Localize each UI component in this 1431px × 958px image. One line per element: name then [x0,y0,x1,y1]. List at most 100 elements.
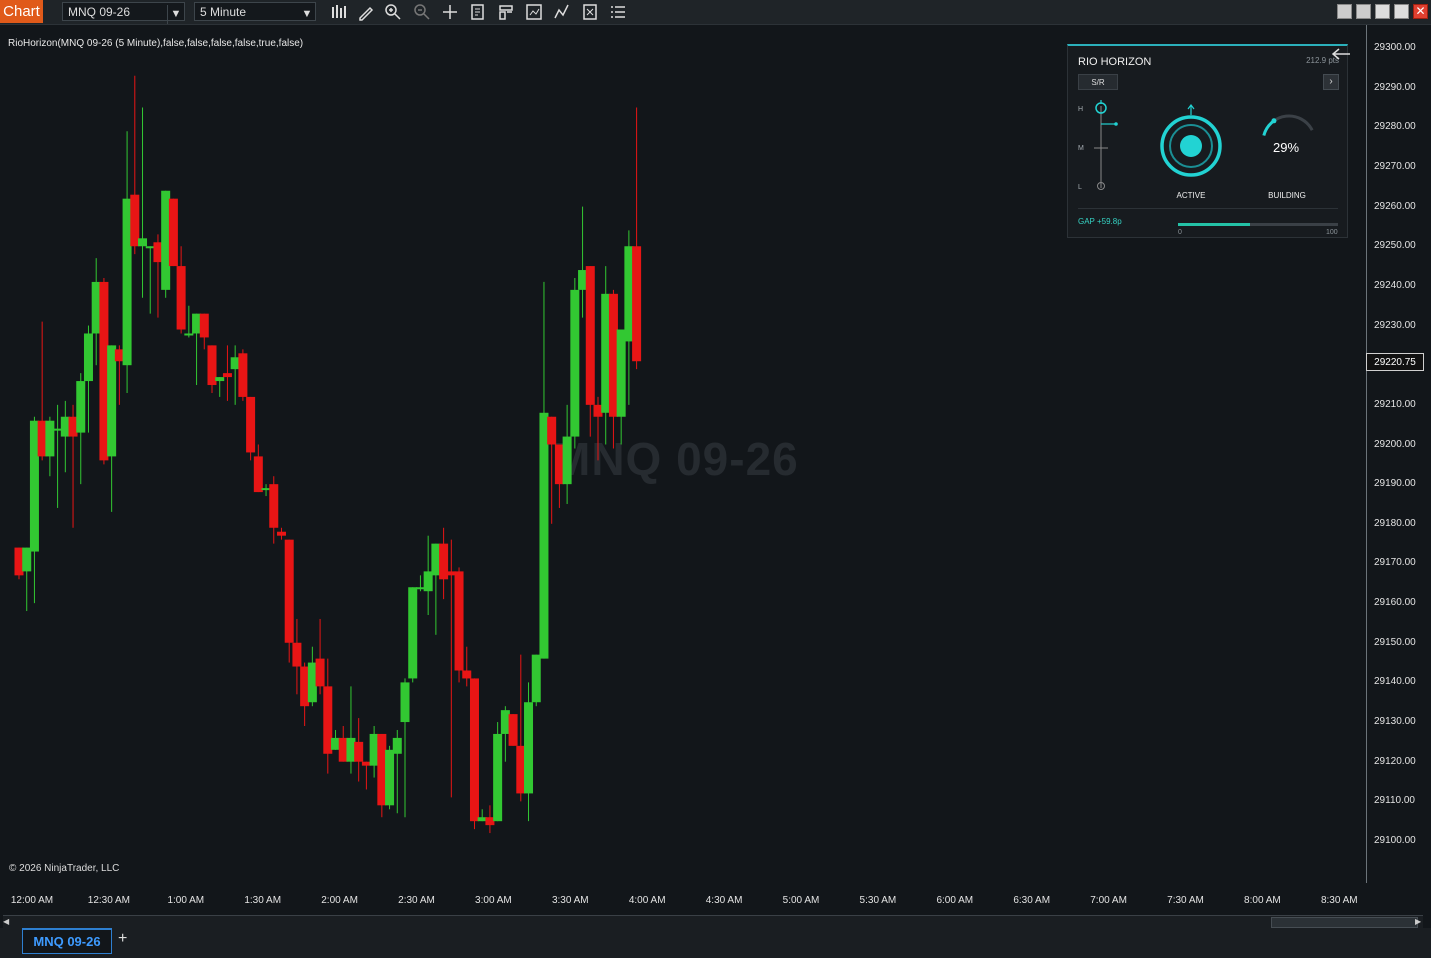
minimize-button[interactable] [1375,4,1390,19]
time-tick-label: 7:30 AM [1167,895,1204,906]
candle-body [539,412,549,659]
candle [222,345,232,401]
candle [246,396,256,461]
level-low-label: L [1078,184,1082,191]
candle [292,618,302,695]
candle-body [408,587,418,679]
candle-body [107,345,117,457]
candle-body [554,444,564,485]
active-state-icon [1160,104,1222,177]
crosshair-icon[interactable] [441,3,459,21]
zoom-in-icon[interactable] [384,3,402,21]
sr-next-button[interactable]: › [1323,74,1339,90]
candle [284,539,294,663]
templates-icon[interactable] [497,3,515,21]
candle [161,190,171,298]
price-tick-label: 29300.00 [1374,42,1416,53]
time-axis[interactable]: 12:00 AM 12:30 AM 1:00 AM 1:30 AM 2:00 AM 2:3… [0,884,1366,914]
candle-body [454,571,464,671]
price-tick-label: 29280.00 [1374,121,1416,133]
candle [122,131,132,393]
candle [439,527,449,600]
candle-body [145,246,155,249]
candle-body [246,396,256,453]
candle [462,646,472,687]
bars-type-icon[interactable] [330,3,348,21]
candle [585,266,595,437]
time-tick-label: 4:30 AM [705,895,743,906]
time-tick-label: 12:30 AM [87,895,131,906]
price-axis[interactable]: 29300.00 29290.00 29280.00 29270.00 29260.00… [1367,25,1431,883]
tab-bar: MNQ 09-26 + [0,928,1431,958]
maximize-button[interactable] [1394,4,1409,19]
horizontal-scrollbar[interactable]: ◀ ▶ [3,915,1423,928]
candle-body [307,662,317,703]
candle-body [238,353,248,397]
candle-body [439,543,449,580]
candle-body [292,642,302,667]
chart-menu-button[interactable]: Chart [0,0,43,23]
candle [578,206,588,318]
candle [361,761,371,790]
candle [53,404,63,508]
candle-body [346,737,356,762]
window-option-button[interactable] [1356,4,1371,19]
close-button[interactable]: ✕ [1413,4,1428,19]
candle-body [570,289,580,437]
price-tick-label: 29140.00 [1374,676,1416,688]
candle-body [423,571,433,592]
candle [153,234,163,318]
time-tick-label: 2:00 AM [321,895,358,906]
candle-body [415,587,425,590]
candle-body [493,733,503,822]
candle [477,809,487,822]
candle-body [354,741,364,762]
candle [338,726,348,762]
sr-tag[interactable]: S/R [1078,74,1118,90]
indicators-icon[interactable] [553,3,571,21]
collapse-arrow-icon[interactable] [1330,48,1352,60]
candle-body [547,416,557,445]
time-tick-label: 6:00 AM [936,895,974,906]
price-tick-label: 29180.00 [1374,517,1416,529]
pencil-icon[interactable] [357,3,375,21]
time-tick-label: 8:00 AM [1244,895,1281,906]
candle [238,349,248,401]
time-tick-label: 1:30 AM [244,895,282,906]
candle-body [524,702,534,794]
price-tick-label: 29230.00 [1374,319,1416,331]
price-tick-label: 29190.00 [1374,478,1416,490]
chevron-down-icon[interactable]: ▼ [167,5,184,24]
data-box-icon[interactable] [469,3,487,21]
candle-body [153,242,163,263]
candle [616,329,626,445]
properties-icon[interactable] [581,3,599,21]
price-tick-label: 29110.00 [1374,795,1415,807]
strategies-icon[interactable] [525,3,543,21]
interval-selector[interactable]: 5 Minute ▼ [194,2,316,21]
candle [60,400,70,473]
menu-list-icon[interactable] [609,3,627,21]
time-tick-label: 5:00 AM [782,895,820,906]
candle-body [83,333,93,382]
scroll-left-icon[interactable]: ◀ [3,916,12,927]
candle-body [230,357,240,370]
candle [269,476,279,544]
window-option-button[interactable] [1337,4,1352,19]
candle-body [91,281,101,334]
chevron-down-icon[interactable]: ▼ [299,5,315,24]
zoom-out-icon[interactable] [413,3,431,21]
tab-mnq-09-26[interactable]: MNQ 09-26 [22,928,112,954]
scrollbar-thumb[interactable] [1271,917,1418,928]
scroll-right-icon[interactable]: ▶ [1415,916,1424,927]
candle-body [400,682,410,723]
candle [562,404,572,504]
candle [570,277,580,449]
add-tab-button[interactable]: + [118,930,127,948]
candle [493,722,503,822]
candle [346,686,356,774]
candle-body [161,190,171,290]
candle [138,107,148,298]
candle [83,325,93,433]
instrument-selector[interactable]: MNQ 09-26 ▼ [62,2,185,24]
